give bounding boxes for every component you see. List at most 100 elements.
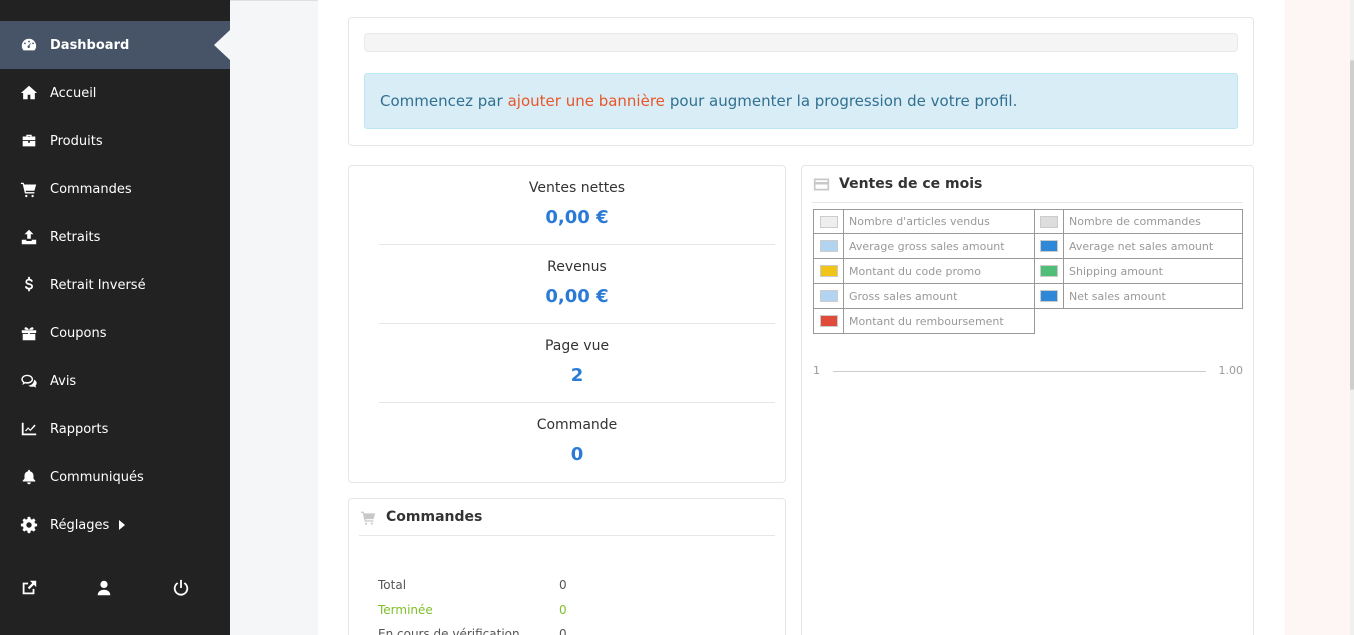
legend-swatch [819, 290, 838, 302]
axis-max-label: 1.00 [1218, 364, 1244, 377]
sidebar-item-coupons[interactable]: Coupons [0, 309, 230, 357]
profile-info-alert: Commencez par ajouter une bannière pour … [364, 73, 1238, 129]
legend-label: Nombre d'articles vendus [849, 215, 990, 228]
sidebar-item-label: Communiqués [50, 469, 144, 485]
legend-swatch-box [1034, 234, 1064, 258]
order-row-value: 0 [559, 578, 567, 592]
legend-swatch-box [1034, 259, 1064, 283]
external-link-icon[interactable] [18, 577, 40, 599]
sidebar-item-rapports[interactable]: Rapports [0, 405, 230, 453]
stat-page-views: Page vue 2 [379, 338, 775, 386]
sidebar-item-retraits[interactable]: Retraits [0, 213, 230, 261]
stats-panel: Ventes nettes 0,00 € Revenus 0,00 € Page… [348, 165, 786, 483]
sidebar-item-reglages[interactable]: Réglages [0, 501, 230, 549]
home-icon [19, 83, 39, 103]
legend-swatch-box [814, 234, 844, 258]
chart-line-icon [19, 419, 39, 439]
order-row-value: 0 [559, 603, 567, 617]
legend-label: Nombre de commandes [1069, 215, 1201, 228]
legend-swatch-box [1034, 210, 1064, 233]
sidebar-item-label: Commandes [50, 181, 132, 197]
legend-item[interactable]: Gross sales amount [813, 284, 1035, 309]
sidebar-item-label: Accueil [50, 85, 97, 101]
sidebar-item-accueil[interactable]: Accueil [0, 69, 230, 117]
sidebar: Dashboard Accueil Produits Commandes Ret… [0, 0, 230, 635]
dollar-icon [19, 275, 39, 295]
stat-label: Revenus [547, 259, 607, 275]
stat-label: Page vue [544, 338, 610, 354]
legend-item[interactable]: Montant du code promo [813, 259, 1035, 284]
order-row-pending[interactable]: En cours de vérification 0 [378, 627, 567, 635]
order-row-label: Total [378, 578, 407, 592]
legend-swatch [1039, 240, 1058, 252]
caret-right-icon [119, 520, 126, 530]
sidebar-item-commandes[interactable]: Commandes [0, 165, 230, 213]
sidebar-item-label: Rapports [50, 421, 109, 437]
legend-label: Net sales amount [1069, 289, 1166, 303]
order-row-label: En cours de vérification [378, 627, 520, 635]
legend-swatch [819, 265, 838, 277]
stat-label: Ventes nettes [528, 180, 626, 196]
sidebar-item-label: Coupons [50, 325, 107, 341]
sidebar-item-communiques[interactable]: Communiqués [0, 453, 230, 501]
sidebar-item-label: Retrait Inversé [50, 277, 146, 293]
stat-orders: Commande 0 [379, 417, 775, 465]
scrollbar-thumb[interactable] [1350, 60, 1354, 390]
shopping-cart-icon [359, 509, 377, 525]
sidebar-item-avis[interactable]: Avis [0, 357, 230, 405]
sidebar-item-label: Produits [50, 133, 103, 149]
legend-label: Shipping amount [1069, 264, 1163, 278]
sidebar-item-produits[interactable]: Produits [0, 117, 230, 165]
info-text-after: pour augmenter la progression de votre p… [669, 92, 1018, 110]
sidebar-item-label: Retraits [50, 229, 101, 245]
gift-icon [19, 323, 39, 343]
sidebar-item-label: Réglages [50, 517, 110, 533]
user-icon[interactable] [93, 577, 115, 599]
legend-swatch [1039, 265, 1058, 277]
legend-label: Average gross sales amount [849, 239, 1005, 253]
legend-item[interactable]: Shipping amount [1034, 259, 1243, 284]
add-banner-link[interactable]: ajouter une bannière [508, 92, 665, 110]
legend-item[interactable]: Average gross sales amount [813, 234, 1035, 259]
legend-item[interactable]: Net sales amount [1034, 284, 1243, 309]
legend-swatch-box [1034, 284, 1064, 308]
legend-item[interactable]: Average net sales amount [1034, 234, 1243, 259]
legend-label: Montant du remboursement [849, 314, 1004, 328]
legend-swatch [819, 240, 838, 252]
credit-card-icon [812, 176, 830, 192]
order-row-value: 0 [559, 627, 567, 635]
power-icon[interactable] [170, 577, 192, 599]
legend-swatch-box [814, 309, 844, 333]
upload-icon [19, 227, 39, 247]
page-scrollbar[interactable] [1350, 0, 1354, 635]
stat-value: 0,00 € [545, 286, 609, 307]
legend-swatch [1039, 215, 1058, 228]
legend-item[interactable]: Montant du remboursement [813, 309, 1035, 334]
shopping-cart-icon [19, 179, 39, 199]
order-row-completed[interactable]: Terminée 0 [378, 603, 567, 617]
legend-swatch [819, 215, 838, 228]
orders-panel-header: Commandes [359, 509, 482, 525]
legend-item[interactable]: Nombre d'articles vendus [813, 209, 1035, 234]
stat-label: Commande [536, 417, 618, 433]
legend-label: Gross sales amount [849, 289, 958, 303]
stat-net-sales: Ventes nettes 0,00 € [379, 180, 775, 228]
orders-panel: Commandes Total 0 Terminée 0 En cours de… [348, 498, 786, 635]
order-row-label: Terminée [378, 603, 433, 617]
axis-line [833, 371, 1206, 372]
legend-swatch-box [814, 259, 844, 283]
stat-value: 2 [570, 365, 584, 386]
axis-min-label: 1 [813, 364, 820, 377]
sidebar-item-dashboard[interactable]: Dashboard [0, 21, 230, 69]
order-row-total[interactable]: Total 0 [378, 578, 567, 592]
info-text-before: Commencez par [380, 92, 503, 110]
legend-swatch-box [814, 210, 844, 233]
sales-panel-header: Ventes de ce mois [812, 176, 982, 192]
sidebar-item-retrait-inverse[interactable]: Retrait Inversé [0, 261, 230, 309]
legend-label: Average net sales amount [1069, 239, 1214, 253]
legend-label: Montant du code promo [849, 264, 981, 278]
sidebar-item-label: Avis [50, 373, 77, 389]
legend-item[interactable]: Nombre de commandes [1034, 209, 1243, 234]
comments-icon [19, 371, 39, 391]
profile-progress-bar [364, 33, 1238, 52]
